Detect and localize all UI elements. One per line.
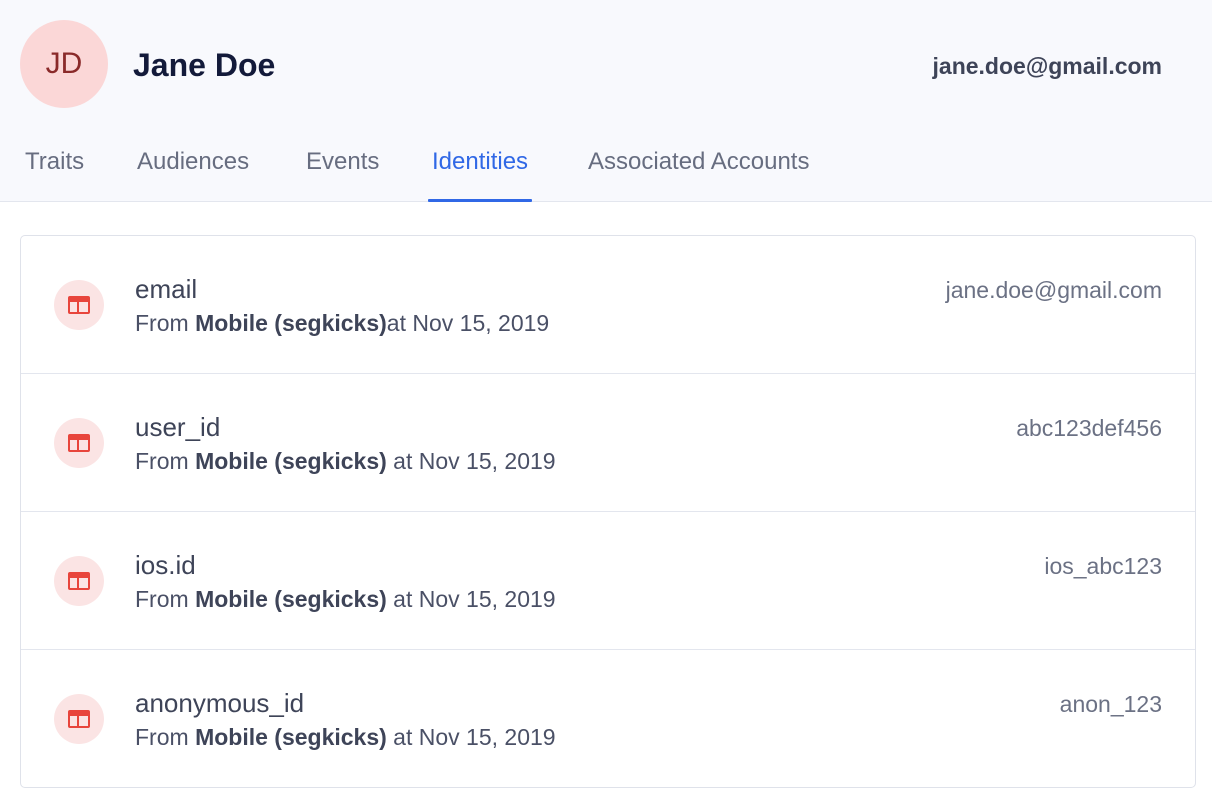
identity-date: at Nov 15, 2019 [386,724,556,750]
identity-source-line: From Mobile (segkicks) at Nov 15, 2019 [135,723,556,751]
identity-source-line: From Mobile (segkicks) at Nov 15, 2019 [135,447,556,475]
source-table-icon [54,280,104,330]
identity-row: anonymous_id From Mobile (segkicks) at N… [21,650,1195,788]
identity-source-name: Mobile (segkicks) [195,448,387,474]
identity-value: abc123def456 [1016,415,1162,441]
identity-from-text: From [135,310,196,336]
identity-source-line: From Mobile (segkicks)at Nov 15, 2019 [135,309,549,337]
avatar-initials: JD [45,47,83,80]
identities-list: email From Mobile (segkicks)at Nov 15, 2… [20,235,1196,788]
tab-audiences[interactable]: Audiences [133,140,253,202]
identity-row: ios.id From Mobile (segkicks) at Nov 15,… [21,512,1195,650]
tab-identities[interactable]: Identities [428,140,533,202]
identity-key: email [135,274,198,304]
identity-row: user_id From Mobile (segkicks) at Nov 15… [21,374,1195,512]
identity-from-text: From [135,724,196,750]
source-table-icon [54,556,104,606]
profile-header: JD Jane Doe jane.doe@gmail.com Traits Au… [0,0,1212,202]
identity-key: ios.id [135,550,196,580]
identity-from-text: From [135,448,196,474]
tab-bar: Traits Audiences Events Identities Assoc… [0,140,1212,202]
identity-key: user_id [135,412,221,442]
identity-date: at Nov 15, 2019 [386,586,556,612]
identity-value: ios_abc123 [1044,553,1162,579]
source-table-icon [54,418,104,468]
identity-row: email From Mobile (segkicks)at Nov 15, 2… [21,236,1195,374]
identity-value: anon_123 [1059,691,1162,717]
identity-date: at Nov 15, 2019 [386,448,556,474]
tab-associated-accounts[interactable]: Associated Accounts [584,140,813,202]
avatar: JD [20,20,108,108]
identity-from-text: From [135,586,196,612]
identity-key: anonymous_id [135,688,305,718]
tab-traits[interactable]: Traits [21,140,88,202]
source-table-icon [54,694,104,744]
identity-source-name: Mobile (segkicks) [195,586,387,612]
tab-events[interactable]: Events [302,140,383,202]
identity-source-name: Mobile (segkicks) [195,724,387,750]
profile-name: Jane Doe [133,47,276,83]
identity-value: jane.doe@gmail.com [945,277,1162,303]
identity-source-name: Mobile (segkicks) [195,310,387,336]
identity-date: at Nov 15, 2019 [386,310,550,336]
profile-email: jane.doe@gmail.com [932,53,1162,79]
identity-source-line: From Mobile (segkicks) at Nov 15, 2019 [135,585,556,613]
